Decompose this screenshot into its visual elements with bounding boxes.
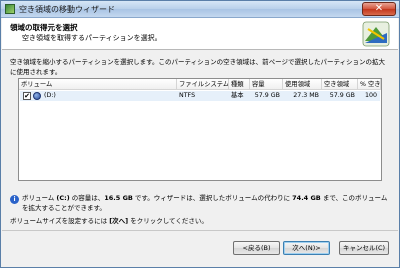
cell-used: 27.3 MB <box>293 92 319 99</box>
column-header-type[interactable]: 種類 <box>229 79 250 90</box>
info-text-part: ボリューム <box>22 194 57 202</box>
cell-filesystem: NTFS <box>179 92 196 99</box>
cell-free: 57.9 GB <box>329 92 355 99</box>
column-header-capacity[interactable]: 容量 <box>250 79 283 90</box>
cell-capacity: 57.9 GB <box>254 92 280 99</box>
table-header: ボリューム ファイルシステム 種類 容量 使用領域 空き領域 % 空き <box>19 79 381 90</box>
column-header-volume[interactable]: ボリューム <box>19 79 177 90</box>
app-icon <box>5 4 15 14</box>
wizard-logo-icon <box>362 21 390 47</box>
cell-percent-free: 100 <box>364 92 377 99</box>
button-separator <box>2 230 398 231</box>
column-header-filesystem[interactable]: ファイルシステム <box>177 79 229 90</box>
footer-hint: ボリュームサイズを設定するには [次へ] をクリックしてください。 <box>10 215 208 225</box>
volume-icon <box>33 92 41 100</box>
page-subtitle: 空き領域を取得するパーティションを選択。 <box>22 34 162 42</box>
info-size: 16.5 GB <box>104 194 133 202</box>
column-header-free[interactable]: 空き領域 <box>322 79 358 90</box>
close-button[interactable]: ✕ <box>362 2 396 16</box>
info-icon: i <box>10 195 19 204</box>
footer-next-reference: [次へ] <box>109 217 129 225</box>
info-text: ボリューム (C:) の容量は、16.5 GB です。ウィザードは、選択したボリ… <box>22 193 388 213</box>
info-volume: (C:) <box>56 194 70 202</box>
cancel-button[interactable]: キャンセル(C) <box>339 241 389 255</box>
info-amount: 74.4 GB <box>292 194 321 202</box>
footer-text-part: をクリックしてください。 <box>128 217 208 225</box>
info-text-part: の容量は、 <box>69 194 105 202</box>
cell-volume: (D:) <box>44 92 56 99</box>
table-row[interactable]: ✔ (D:) NTFS 基本 57.9 GB 27.3 MB 57.9 GB 1… <box>20 91 380 101</box>
cell-type: 基本 <box>231 92 244 99</box>
page-title: 領域の取得元を選択 <box>10 23 78 32</box>
wizard-header: 領域の取得元を選択 空き領域を取得するパーティションを選択。 <box>2 18 398 50</box>
info-text-part: です。ウィザードは、選択したボリュームの代わりに <box>132 194 293 202</box>
title-bar: 空き領域の移動ウィザード ✕ <box>1 1 399 18</box>
row-checkbox[interactable]: ✔ <box>23 92 31 100</box>
instruction-text: 空き領域を縮小するパーティションを選択します。このパーティションの空き領域は、前… <box>10 58 386 76</box>
footer-text-part: ボリュームサイズを設定するには <box>10 217 110 225</box>
window-title: 空き領域の移動ウィザード <box>19 5 115 14</box>
wizard-window: 空き領域の移動ウィザード ✕ 領域の取得元を選択 空き領域を取得するパーティショ… <box>0 0 400 268</box>
back-button[interactable]: <戻る(B) <box>233 241 280 255</box>
column-header-percent-free[interactable]: % 空き <box>358 79 381 90</box>
column-header-used[interactable]: 使用領域 <box>283 79 322 90</box>
next-button[interactable]: 次へ(N)> <box>283 241 330 255</box>
partition-table: ボリューム ファイルシステム 種類 容量 使用領域 空き領域 % 空き ✔ (D… <box>18 78 382 181</box>
